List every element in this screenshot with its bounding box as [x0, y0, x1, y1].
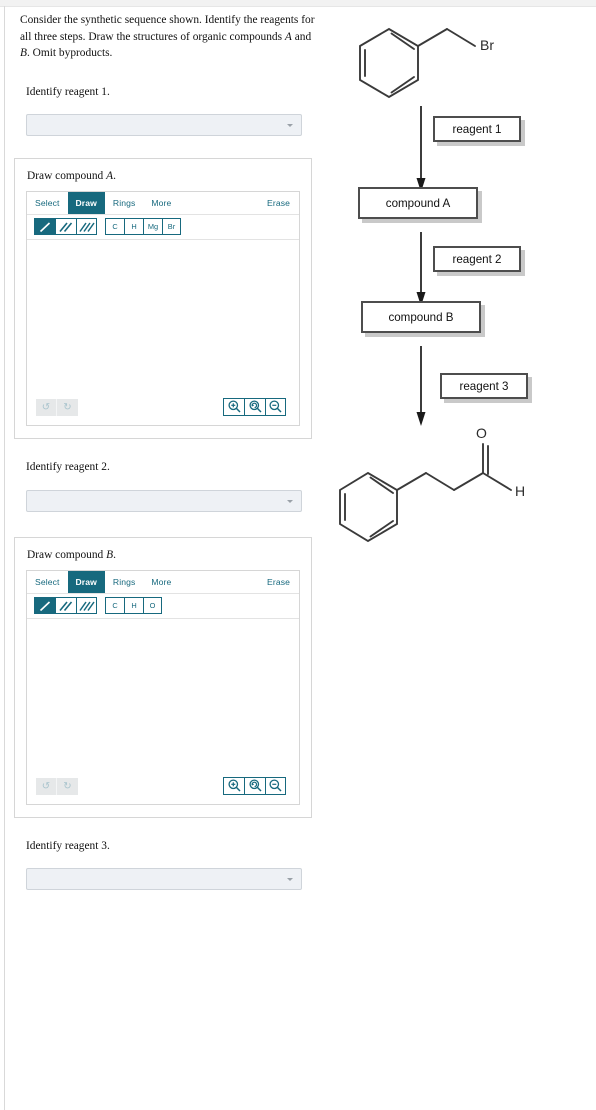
- zoom-in-icon[interactable]: [223, 397, 244, 416]
- zoom-in-icon[interactable]: [223, 776, 244, 795]
- molecule-editor-a: Select Draw Rings More Erase C H Mg Br ↺…: [26, 190, 300, 426]
- atom-button-h-a[interactable]: H: [124, 218, 143, 236]
- history-group-a: ↺ ↻: [36, 398, 78, 416]
- undo-icon[interactable]: ↺: [36, 777, 57, 795]
- prompt-compound-a: A: [284, 30, 292, 43]
- chevron-down-icon: [287, 877, 293, 881]
- single-bond-icon[interactable]: [34, 218, 55, 236]
- bond-tool-group-b: [34, 597, 97, 615]
- reagent-3-select[interactable]: [26, 867, 302, 890]
- page-left-rule: [4, 6, 5, 1110]
- draw-title-prefix-b: Draw compound: [27, 548, 107, 561]
- tab-draw-b[interactable]: Draw: [67, 570, 105, 593]
- reagent-2-question-label: Identify reagent 2.: [26, 460, 110, 473]
- triple-bond-icon[interactable]: [76, 597, 97, 615]
- double-bond-icon[interactable]: [55, 218, 76, 236]
- atom-tool-group-a: C H Mg Br: [105, 218, 181, 236]
- molecule-editor-b: Select Draw Rings More Erase C H O ↺ ↻: [26, 569, 300, 805]
- arrow-step-2: [416, 232, 426, 306]
- double-bond-icon[interactable]: [55, 597, 76, 615]
- editor-b-toolrow: C H O: [27, 594, 299, 619]
- single-bond-icon[interactable]: [34, 597, 55, 615]
- redo-icon[interactable]: ↻: [57, 398, 78, 416]
- triple-bond-icon[interactable]: [76, 218, 97, 236]
- reagent-1-select[interactable]: [26, 113, 302, 136]
- atom-button-c-a[interactable]: C: [105, 218, 124, 236]
- history-group-b: ↺ ↻: [36, 777, 78, 795]
- draw-compound-b-title: Draw compound B.: [27, 549, 300, 561]
- draw-title-prefix-a: Draw compound: [27, 169, 107, 182]
- label-o-product: O: [476, 425, 487, 441]
- canvas-b-controls: ↺ ↻: [27, 766, 299, 804]
- reagent-2-select[interactable]: [26, 489, 302, 512]
- bond-tool-group-a: [34, 218, 97, 236]
- draw-compound-a-card: Draw compound A. Select Draw Rings More …: [14, 157, 312, 439]
- phenylpropanal-structure: [339, 443, 512, 543]
- reagent-3-question-label: Identify reagent 3.: [26, 839, 110, 852]
- tab-rings-a[interactable]: Rings: [105, 192, 143, 214]
- prompt-line-3-tail: . Omit byproducts.: [26, 47, 113, 60]
- question-prompt: Consider the synthetic sequence shown. I…: [20, 12, 320, 62]
- drawing-canvas-b[interactable]: ↺ ↻: [27, 618, 299, 804]
- atom-button-mg-a[interactable]: Mg: [143, 218, 162, 236]
- arrow-step-3: [416, 346, 426, 426]
- zoom-group-a: [223, 397, 286, 416]
- zoom-group-b: [223, 776, 286, 795]
- atom-button-h-b[interactable]: H: [124, 597, 143, 615]
- atom-button-o-b[interactable]: O: [143, 597, 162, 615]
- question-column: Consider the synthetic sequence shown. I…: [14, 6, 324, 890]
- zoom-out-icon[interactable]: [265, 776, 286, 795]
- reagent-1-question-label: Identify reagent 1.: [26, 85, 110, 98]
- erase-button-a[interactable]: Erase: [259, 192, 299, 214]
- atom-tool-group-b: C H O: [105, 597, 162, 615]
- chevron-down-icon: [287, 499, 293, 503]
- draw-title-suffix-b: .: [113, 548, 116, 561]
- chevron-down-icon: [287, 123, 293, 127]
- benzyl-bromide-structure: [359, 27, 476, 99]
- zoom-reset-icon[interactable]: [244, 397, 265, 416]
- tab-rings-b[interactable]: Rings: [105, 571, 143, 593]
- editor-a-toolrow: C H Mg Br: [27, 215, 299, 240]
- tab-select-b[interactable]: Select: [27, 571, 68, 593]
- tab-draw-a[interactable]: Draw: [67, 191, 105, 214]
- drawing-canvas-a[interactable]: ↺ ↻: [27, 239, 299, 425]
- label-h-product: H: [515, 483, 525, 499]
- draw-compound-a-title: Draw compound A.: [27, 170, 300, 182]
- tab-select-a[interactable]: Select: [27, 192, 68, 214]
- compound-a-box: compound A: [358, 187, 478, 219]
- editor-a-tabbar: Select Draw Rings More Erase: [27, 191, 299, 215]
- zoom-out-icon[interactable]: [265, 397, 286, 416]
- tab-more-b[interactable]: More: [143, 571, 179, 593]
- draw-compound-b-card: Draw compound B. Select Draw Rings More …: [14, 536, 312, 818]
- atom-button-c-b[interactable]: C: [105, 597, 124, 615]
- compound-b-box: compound B: [361, 301, 481, 333]
- zoom-reset-icon[interactable]: [244, 776, 265, 795]
- atom-button-br-a[interactable]: Br: [162, 218, 181, 236]
- reagent-2-box: reagent 2: [433, 246, 521, 272]
- draw-title-suffix-a: .: [113, 169, 116, 182]
- redo-icon[interactable]: ↻: [57, 777, 78, 795]
- tab-more-a[interactable]: More: [143, 192, 179, 214]
- undo-icon[interactable]: ↺: [36, 398, 57, 416]
- editor-b-tabbar: Select Draw Rings More Erase: [27, 570, 299, 594]
- canvas-a-controls: ↺ ↻: [27, 387, 299, 425]
- reagent-1-box: reagent 1: [433, 116, 521, 142]
- reagent-3-box: reagent 3: [440, 373, 528, 399]
- prompt-compound-b: B: [20, 47, 27, 60]
- prompt-line-1: Consider the synthetic sequence shown. I…: [20, 14, 299, 26]
- arrow-step-1: [416, 106, 426, 192]
- label-br-start: Br: [480, 37, 494, 53]
- prompt-conjunction: and: [291, 30, 312, 43]
- erase-button-b[interactable]: Erase: [259, 571, 299, 593]
- reaction-scheme: Br O H reagent 1 compound A reagent 2 co…: [330, 6, 596, 596]
